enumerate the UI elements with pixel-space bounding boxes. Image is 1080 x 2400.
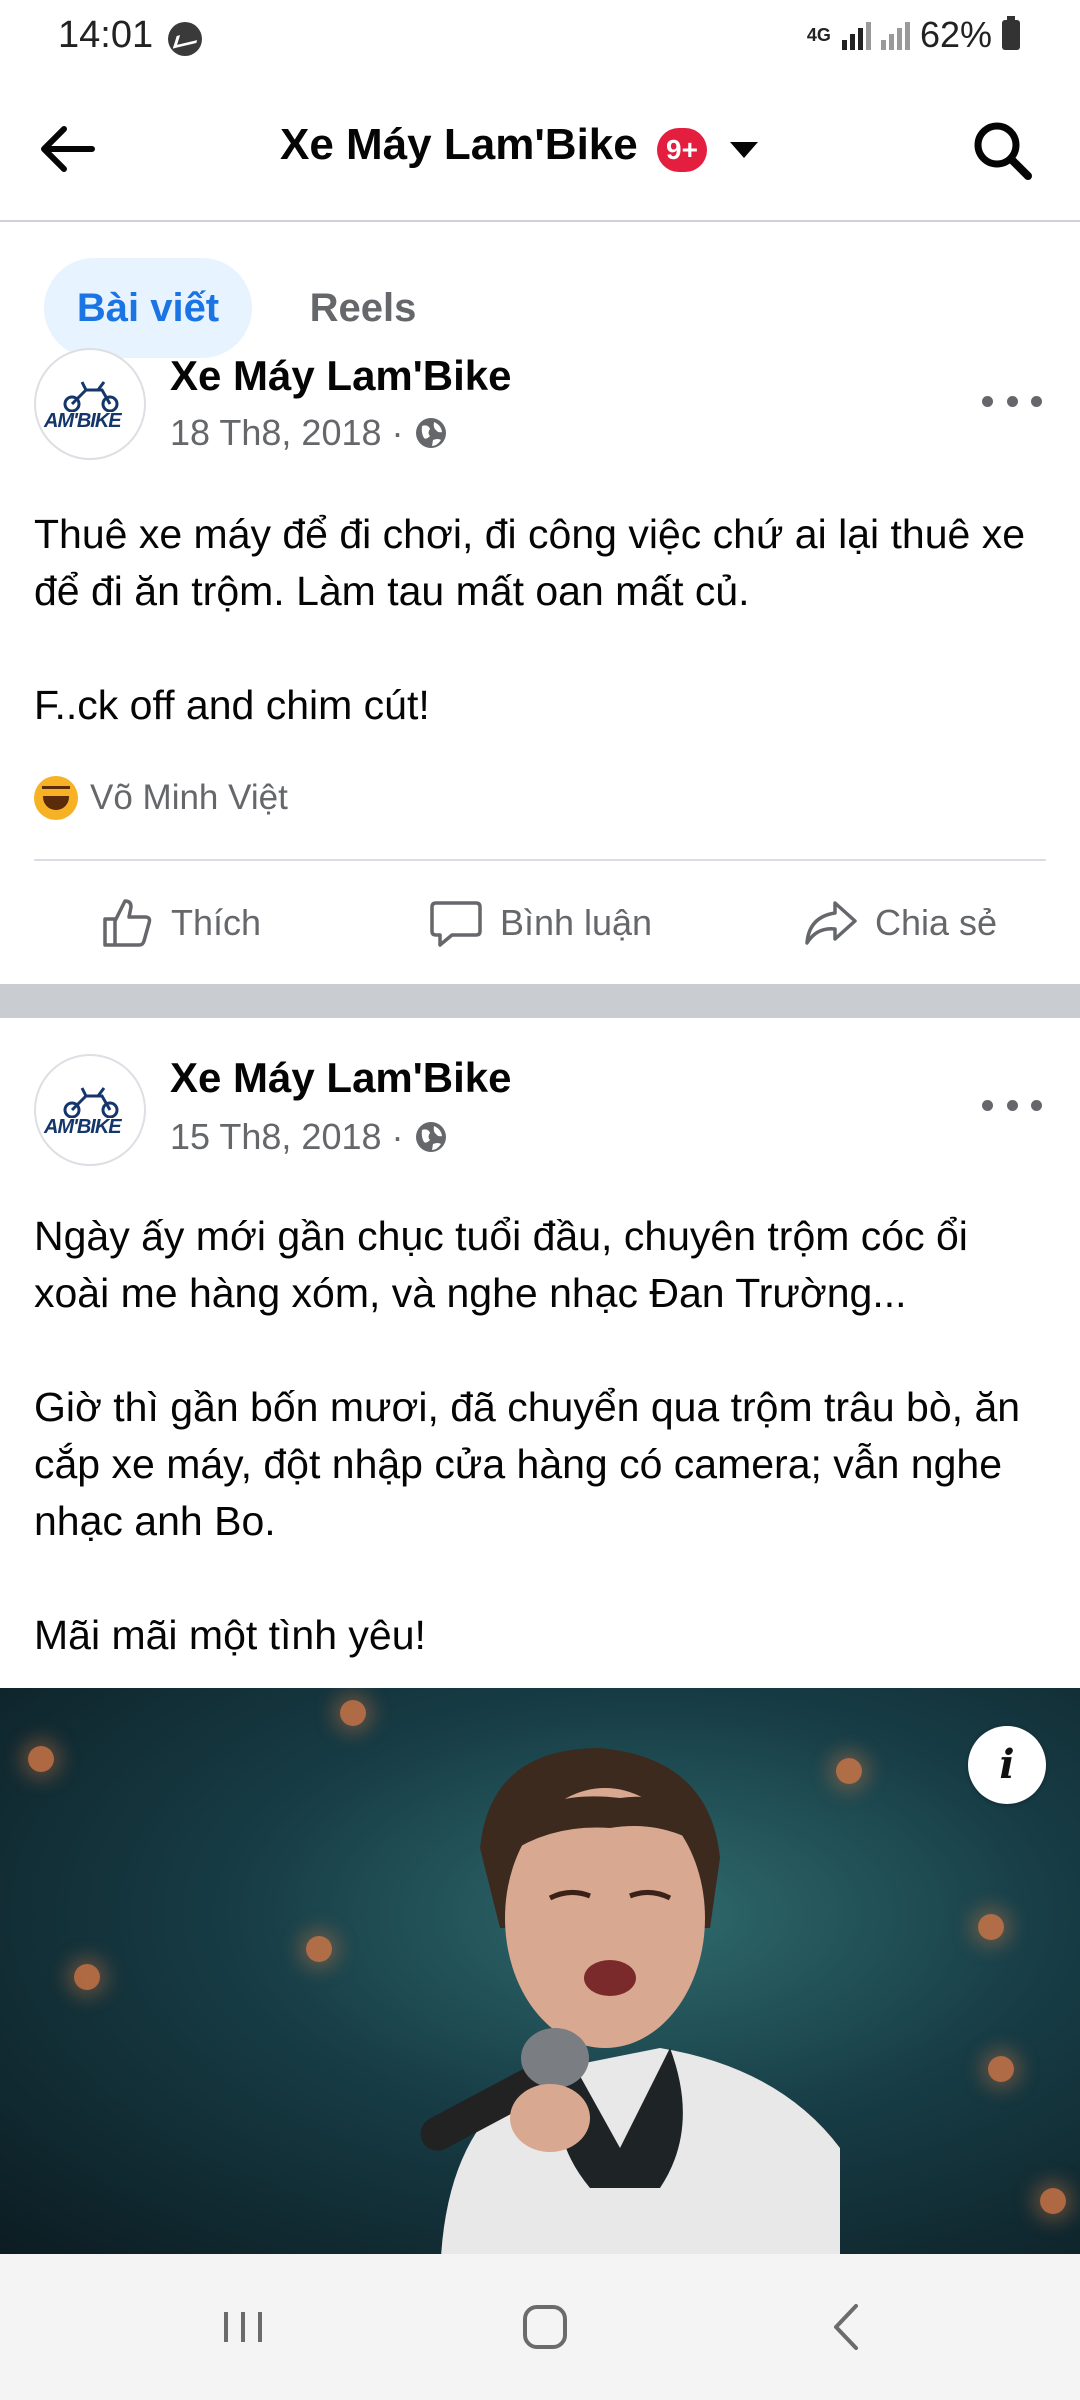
share-label: Chia sẻ (874, 902, 998, 943)
chevron-down-icon[interactable] (730, 142, 758, 158)
reaction-summary[interactable]: Võ Minh Việt (34, 776, 288, 820)
post-meta: 18 Th8, 2018 · (170, 412, 448, 454)
post-date[interactable]: 18 Th8, 2018 (170, 412, 382, 454)
share-icon (805, 901, 857, 945)
post-actions: Thích Bình luận Chia sẻ (0, 863, 1080, 983)
post-text: Thuê xe máy để đi chơi, đi công việc chứ… (34, 511, 1026, 728)
stage-light (978, 1914, 1004, 1940)
post-card: AM'BIKE Xe Máy Lam'Bike 18 Th8, 2018 · T… (0, 348, 1080, 984)
info-icon[interactable]: i (968, 1726, 1046, 1804)
post-more-options-icon[interactable] (982, 386, 1042, 416)
avatar[interactable]: AM'BIKE (34, 348, 146, 460)
post-text: Ngày ấy mới gần chục tuổi đầu, chuyên tr… (34, 1213, 1021, 1658)
back-icon[interactable] (812, 2292, 882, 2362)
stage-light (28, 1746, 54, 1772)
divider (34, 859, 1046, 861)
comment-button[interactable]: Bình luận (360, 863, 720, 983)
motorbike-logo-icon (63, 1087, 119, 1118)
comment-label: Bình luận (499, 902, 653, 943)
battery-icon (1002, 16, 1020, 50)
like-label: Thích (170, 902, 262, 943)
tab-reels[interactable]: Reels (268, 258, 458, 358)
meta-separator: · (391, 1116, 404, 1157)
haha-icon (34, 776, 78, 820)
app-header: Xe Máy Lam'Bike 9+ (0, 76, 1080, 222)
status-bar: 14:01 4G 62% (0, 0, 1080, 76)
like-icon (103, 899, 152, 947)
globe-icon (415, 418, 446, 448)
home-icon[interactable] (510, 2292, 580, 2362)
avatar[interactable]: AM'BIKE (34, 1054, 146, 1166)
reaction-by: Võ Minh Việt (90, 778, 288, 817)
post-more-options-icon[interactable] (982, 1090, 1042, 1120)
notification-badge[interactable]: 9+ (657, 128, 707, 172)
tab-posts[interactable]: Bài viết (44, 258, 252, 358)
status-time: 14:01 (58, 14, 154, 56)
stage-light (74, 1964, 100, 1990)
post-date[interactable]: 15 Th8, 2018 (170, 1116, 382, 1158)
tab-bar: Bài viết Reels (0, 224, 1080, 392)
globe-icon (415, 1122, 446, 1152)
messenger-notification-icon (168, 22, 202, 56)
post-author[interactable]: Xe Máy Lam'Bike (170, 1054, 511, 1102)
post-meta: 15 Th8, 2018 · (170, 1116, 448, 1158)
share-button[interactable]: Chia sẻ (720, 863, 1080, 983)
singer-figure (420, 1748, 840, 2254)
stage-light (1040, 2188, 1066, 2214)
avatar-logo-text: AM'BIKE (44, 1116, 122, 1138)
avatar-logo-text: AM'BIKE (44, 410, 122, 432)
post-author[interactable]: Xe Máy Lam'Bike (170, 352, 511, 400)
stage-light (988, 2056, 1014, 2082)
meta-separator: · (391, 412, 404, 453)
signal-icon (841, 20, 871, 50)
recent-apps-icon[interactable] (208, 2292, 278, 2362)
feed-separator (0, 984, 1080, 1018)
post-photo[interactable]: i (0, 1688, 1080, 2254)
system-navigation-bar (0, 2254, 1080, 2400)
network-type: 4G (806, 25, 831, 45)
motorbike-logo-icon (63, 381, 119, 412)
search-icon[interactable] (968, 116, 1038, 186)
status-indicators: 4G 62% (806, 14, 1020, 56)
stage-light (340, 1700, 366, 1726)
like-button[interactable]: Thích (0, 863, 360, 983)
stage-light (306, 1936, 332, 1962)
back-arrow-icon[interactable] (32, 114, 102, 184)
battery-percent: 62% (919, 14, 992, 55)
signal-icon-sim2 (880, 20, 910, 50)
page-title[interactable]: Xe Máy Lam'Bike (280, 120, 638, 170)
comment-icon (430, 901, 482, 947)
